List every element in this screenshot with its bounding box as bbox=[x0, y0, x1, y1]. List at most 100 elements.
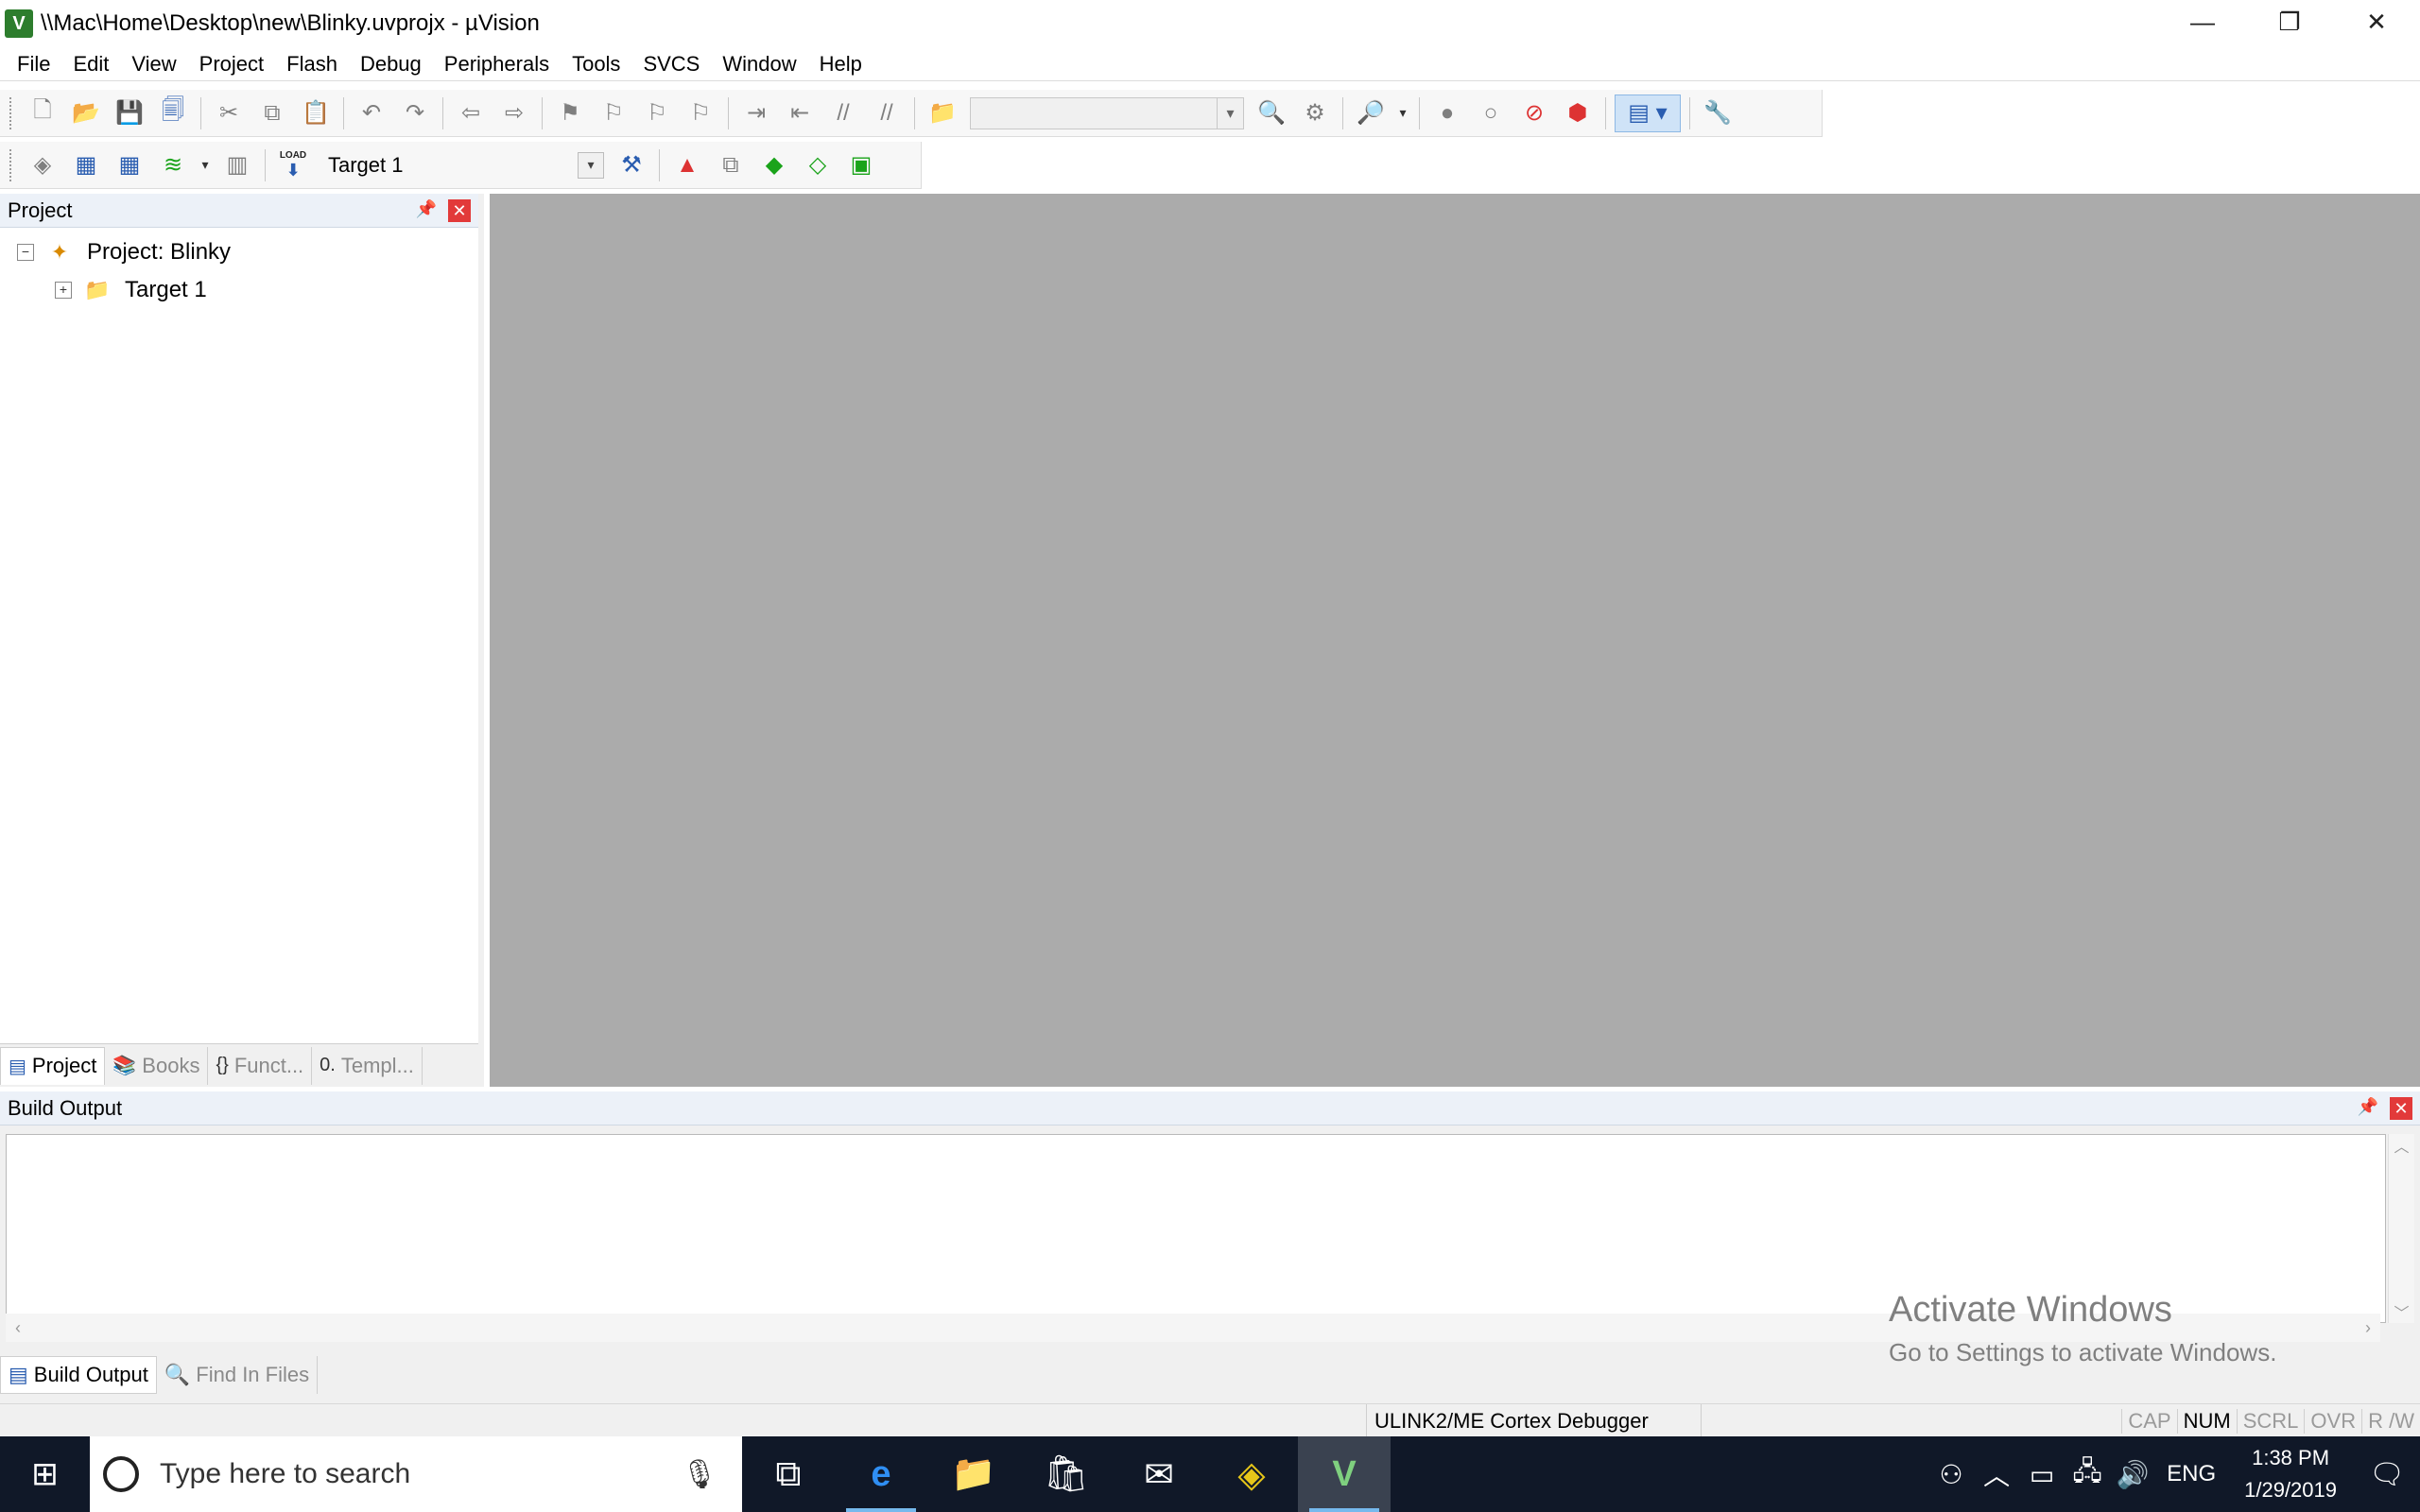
pin-icon[interactable]: 📌 bbox=[2358, 1097, 2378, 1117]
menu-file[interactable]: File bbox=[6, 52, 61, 77]
taskbar-pack-installer[interactable]: ◈ bbox=[1205, 1436, 1298, 1512]
undo-icon[interactable]: ↶ bbox=[353, 94, 390, 132]
save-all-icon[interactable]: 🗐 bbox=[154, 94, 192, 132]
scroll-right-icon[interactable]: › bbox=[2365, 1318, 2371, 1338]
network-icon[interactable]: 🖧 bbox=[2065, 1452, 2110, 1497]
clock[interactable]: 1:38 PM 1/29/2019 bbox=[2227, 1442, 2354, 1506]
menu-flash[interactable]: Flash bbox=[275, 52, 349, 77]
task-view-button[interactable]: ⧉ bbox=[742, 1436, 835, 1512]
expand-icon[interactable]: + bbox=[55, 282, 72, 299]
build-icon[interactable]: ▦ bbox=[67, 146, 105, 184]
tab-build-output[interactable]: ▤ Build Output bbox=[0, 1356, 157, 1394]
tree-node-project[interactable]: − ✦ Project: Blinky bbox=[0, 233, 478, 271]
select-software-packs-icon[interactable]: ◇ bbox=[799, 146, 837, 184]
cut-icon[interactable]: ✂ bbox=[210, 94, 248, 132]
scroll-up-icon[interactable]: ︿ bbox=[2394, 1134, 2409, 1157]
unindent-icon[interactable]: ⇤ bbox=[781, 94, 819, 132]
start-button[interactable]: ⊞ bbox=[0, 1436, 90, 1512]
collapse-icon[interactable]: − bbox=[17, 244, 34, 261]
taskbar-store[interactable]: 🛍 bbox=[1020, 1436, 1113, 1512]
copy-icon[interactable]: ⧉ bbox=[253, 94, 291, 132]
manage-run-time-environment-icon[interactable]: ◆ bbox=[755, 146, 793, 184]
menu-project[interactable]: Project bbox=[188, 52, 275, 77]
taskbar-mail[interactable]: ✉ bbox=[1113, 1436, 1205, 1512]
close-icon[interactable]: ✕ bbox=[448, 199, 471, 222]
pack-installer-icon[interactable]: ▣ bbox=[842, 146, 880, 184]
toolbar-grip[interactable] bbox=[9, 148, 15, 181]
tab-templates[interactable]: 0. Templ... bbox=[312, 1046, 423, 1085]
breakpoint-enable-icon[interactable]: ○ bbox=[1472, 94, 1510, 132]
menu-tools[interactable]: Tools bbox=[561, 52, 631, 77]
scroll-left-icon[interactable]: ‹ bbox=[15, 1318, 21, 1338]
menu-window[interactable]: Window bbox=[711, 52, 807, 77]
bookmark-previous-icon[interactable]: ⚐ bbox=[595, 94, 632, 132]
comment-icon[interactable]: // bbox=[824, 94, 862, 132]
uncomment-icon[interactable]: // bbox=[868, 94, 906, 132]
debug-session-icon[interactable]: 🔎 bbox=[1352, 94, 1390, 132]
close-icon[interactable]: ✕ bbox=[2390, 1097, 2412, 1120]
tab-find-in-files[interactable]: 🔍 Find In Files bbox=[157, 1356, 319, 1394]
tab-project[interactable]: ▤ Project bbox=[0, 1046, 106, 1085]
chevron-down-icon[interactable]: ▾ bbox=[578, 151, 604, 179]
microphone-icon[interactable]: 🎙 bbox=[682, 1458, 717, 1491]
tree-node-target[interactable]: + 📁 Target 1 bbox=[0, 271, 478, 309]
menu-edit[interactable]: Edit bbox=[61, 52, 120, 77]
stop-build-icon[interactable]: ▥ bbox=[218, 146, 256, 184]
open-file-icon[interactable]: 📂 bbox=[67, 94, 105, 132]
save-icon[interactable]: 💾 bbox=[111, 94, 148, 132]
manage-multi-project-icon[interactable]: ⧉ bbox=[712, 146, 750, 184]
bookmark-clear-icon[interactable]: ⚐ bbox=[682, 94, 719, 132]
volume-icon[interactable]: 🔊 bbox=[2110, 1459, 2155, 1490]
paste-icon[interactable]: 📋 bbox=[297, 94, 335, 132]
target-options-icon[interactable]: ⚒ bbox=[613, 146, 650, 184]
taskbar-file-explorer[interactable]: 📁 bbox=[927, 1436, 1020, 1512]
download-load-icon[interactable]: LOAD ⬇ bbox=[274, 146, 312, 184]
navigate-forward-icon[interactable]: ⇨ bbox=[495, 94, 533, 132]
chevron-down-icon[interactable]: ▾ bbox=[1217, 97, 1243, 129]
pin-icon[interactable]: 📌 bbox=[416, 199, 437, 219]
taskbar-search[interactable]: Type here to search 🎙 bbox=[90, 1436, 742, 1512]
incremental-find-icon[interactable]: ⚙ bbox=[1296, 94, 1334, 132]
restore-button[interactable]: ❐ bbox=[2246, 0, 2333, 43]
editor-area[interactable] bbox=[490, 194, 2420, 1087]
indent-icon[interactable]: ⇥ bbox=[737, 94, 775, 132]
scroll-down-icon[interactable]: ﹀ bbox=[2394, 1300, 2409, 1323]
manage-project-items-icon[interactable]: ▲ bbox=[668, 146, 706, 184]
breakpoint-insert-icon[interactable]: ● bbox=[1428, 94, 1466, 132]
tab-functions[interactable]: {} Funct... bbox=[208, 1046, 313, 1085]
vertical-scrollbar[interactable]: ︿ ﹀ bbox=[2388, 1134, 2414, 1323]
rebuild-icon[interactable]: ▦ bbox=[111, 146, 148, 184]
breakpoint-disable-all-icon[interactable]: ⊘ bbox=[1515, 94, 1553, 132]
menu-help[interactable]: Help bbox=[808, 52, 873, 77]
menu-debug[interactable]: Debug bbox=[349, 52, 433, 77]
find-icon[interactable]: 🔍 bbox=[1253, 94, 1290, 132]
find-combo[interactable]: ▾ bbox=[970, 96, 1244, 129]
chevron-up-icon[interactable]: ︿ bbox=[1974, 1455, 2019, 1493]
tab-books[interactable]: 📚 Books bbox=[105, 1046, 209, 1085]
breakpoint-kill-all-icon[interactable]: ⬢ bbox=[1559, 94, 1597, 132]
find-in-files-icon[interactable]: 📁 bbox=[924, 94, 961, 132]
taskbar-uvision[interactable]: V bbox=[1298, 1436, 1391, 1512]
menu-peripherals[interactable]: Peripherals bbox=[433, 52, 561, 77]
redo-icon[interactable]: ↷ bbox=[396, 94, 434, 132]
minimize-button[interactable]: — bbox=[2159, 0, 2246, 43]
bookmark-toggle-icon[interactable]: ⚑ bbox=[551, 94, 589, 132]
window-layout-icon[interactable]: ▤ ▾ bbox=[1615, 94, 1681, 132]
toolbar-grip[interactable] bbox=[9, 96, 15, 129]
battery-icon[interactable]: ▭ bbox=[2019, 1459, 2065, 1490]
bookmark-next-icon[interactable]: ⚐ bbox=[638, 94, 676, 132]
translate-icon[interactable]: ◈ bbox=[24, 146, 61, 184]
target-select[interactable]: Target 1 ▾ bbox=[320, 148, 604, 182]
configure-wrench-icon[interactable]: 🔧 bbox=[1699, 94, 1737, 132]
chevron-down-icon[interactable]: ▾ bbox=[198, 146, 213, 184]
notifications-icon[interactable]: 🗨 bbox=[2354, 1458, 2420, 1491]
menu-view[interactable]: View bbox=[120, 52, 187, 77]
people-icon[interactable]: ⚇ bbox=[1928, 1459, 1974, 1490]
batch-build-icon[interactable]: ≋ bbox=[154, 146, 192, 184]
new-file-icon[interactable]: 🗋 bbox=[24, 94, 61, 132]
taskbar-edge[interactable]: e bbox=[835, 1436, 927, 1512]
language-indicator[interactable]: ENG bbox=[2155, 1461, 2227, 1487]
chevron-down-icon[interactable]: ▾ bbox=[1395, 94, 1410, 132]
navigate-back-icon[interactable]: ⇦ bbox=[452, 94, 490, 132]
menu-svcs[interactable]: SVCS bbox=[631, 52, 711, 77]
